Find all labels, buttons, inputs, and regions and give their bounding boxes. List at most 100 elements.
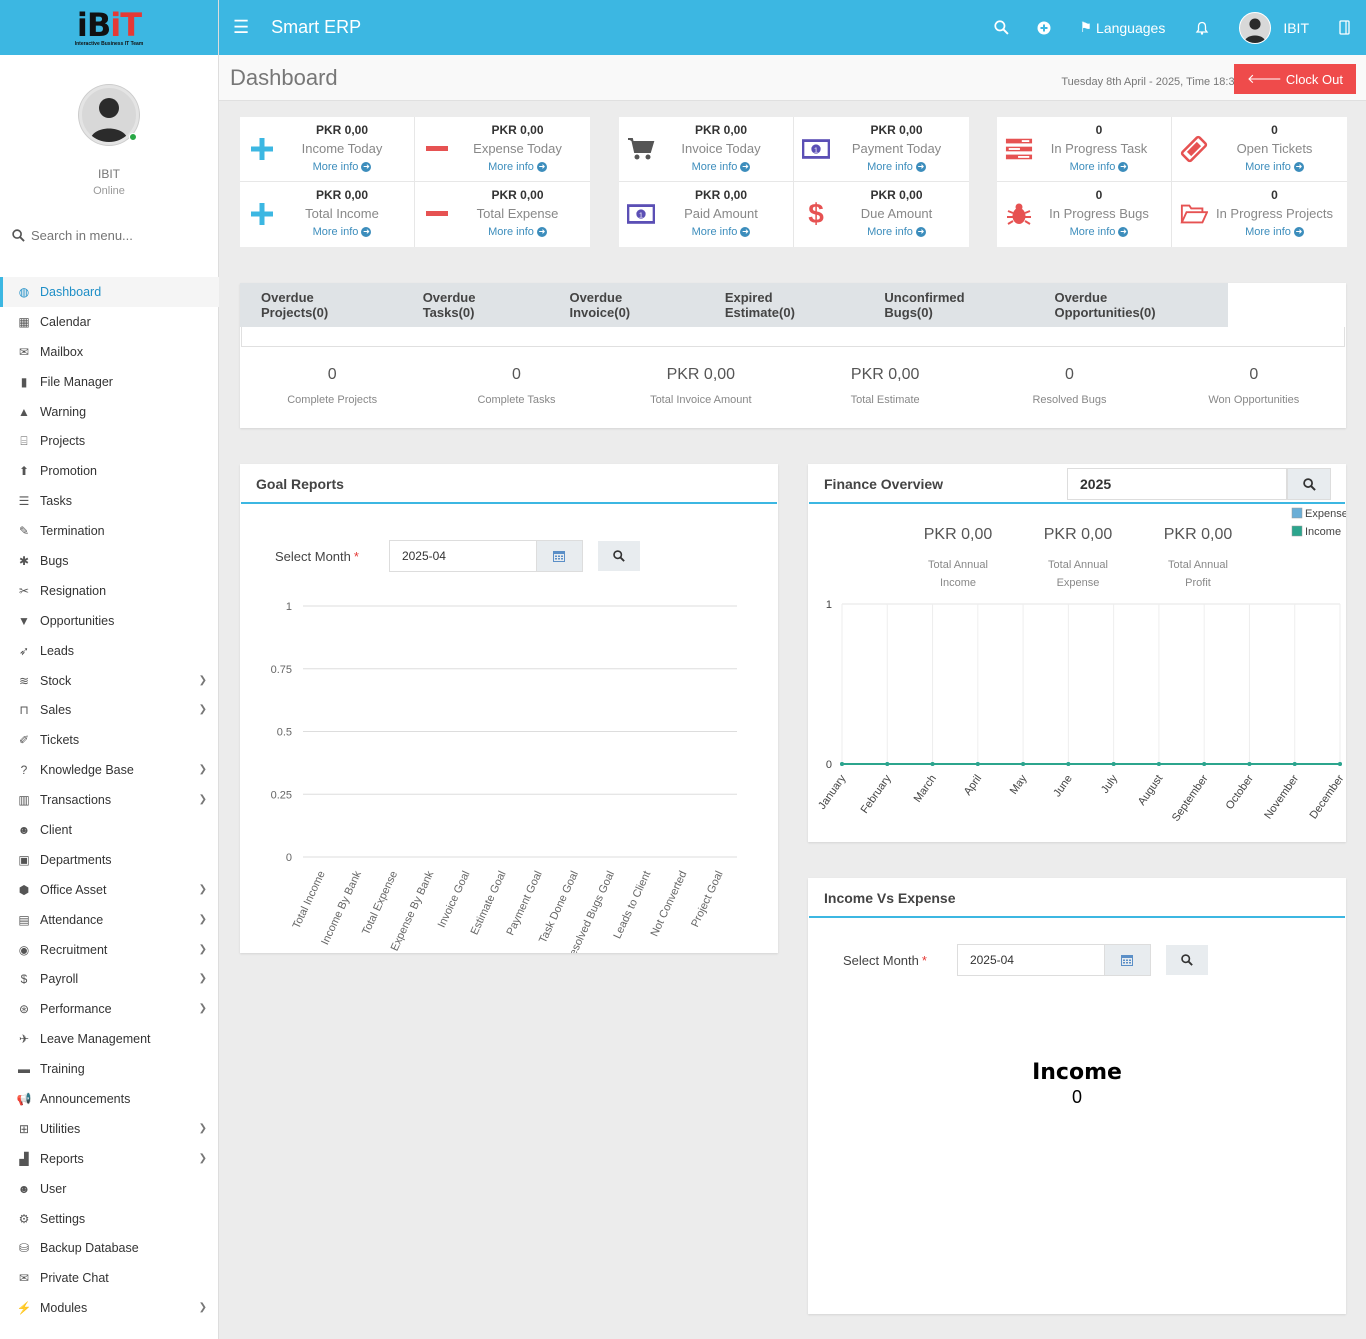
calendar-icon[interactable]	[535, 541, 582, 571]
sidebar-item-tasks[interactable]: ☰ Tasks	[0, 486, 219, 516]
user-menu[interactable]: IBIT	[1239, 11, 1309, 44]
sidebar-item-label: Opportunities	[40, 613, 115, 628]
sidebar-item-sales[interactable]: ⊓ Sales ❯	[0, 695, 219, 725]
tab-overdue-projects[interactable]: Overdue Projects(0)	[240, 283, 402, 327]
sidebar-item-resignation[interactable]: ✂ Resignation	[0, 576, 219, 606]
calendar-icon[interactable]	[1103, 945, 1150, 975]
search-icon	[1302, 477, 1316, 491]
menu-search-input[interactable]	[31, 228, 201, 243]
sidebar-item-office-asset[interactable]: ⬢ Office Asset ❯	[0, 875, 219, 905]
sidebar-item-announcements[interactable]: 📢 Announcements	[0, 1084, 219, 1114]
sidebar-item-backup-database[interactable]: ⛁ Backup Database	[0, 1234, 219, 1264]
data-point	[1338, 762, 1342, 766]
sidebar-item-settings[interactable]: ⚙ Settings	[0, 1204, 219, 1234]
languages-menu[interactable]: ⚑ Languages	[1079, 19, 1165, 36]
summary-value: 0	[512, 366, 521, 383]
stat-card-payment-today: 1 PKR 0,00 Payment Today More info ➜	[794, 117, 969, 182]
sidebar-item-reports[interactable]: ▟ Reports ❯	[0, 1144, 219, 1174]
sidebar-item-dashboard[interactable]: ◍ Dashboard	[0, 277, 219, 307]
brand-logo[interactable]: iBiT Interactive Business IT Team	[0, 0, 218, 55]
sidebar-item-training[interactable]: ▬ Training	[0, 1054, 219, 1084]
more-info-link[interactable]: More info ➜	[692, 161, 751, 173]
month-input[interactable]	[389, 541, 536, 571]
sidebar-item-tickets[interactable]: ✐ Tickets	[0, 725, 219, 755]
tab-expired-estimate[interactable]: Expired Estimate(0)	[704, 283, 864, 327]
logo: iBiT Interactive Business IT Team	[74, 5, 144, 47]
income-readout: Income 0	[808, 1060, 1346, 1108]
stat-card-income-today: PKR 0,00 Income Today More info ➜	[240, 117, 415, 182]
more-info-link[interactable]: More info ➜	[313, 161, 372, 173]
sidebar-toggle-icon[interactable]	[1339, 20, 1350, 35]
stat-group: PKR 0,00 Invoice Today More info ➜ 1 PKR 0,00…	[619, 117, 969, 247]
hamburger-menu-icon[interactable]: ☰	[233, 17, 249, 38]
sidebar-item-calendar[interactable]: ▦ Calendar	[0, 307, 219, 337]
sidebar-item-leads[interactable]: ➶ Leads	[0, 636, 219, 666]
arrow-circle-right-icon: ➜	[536, 162, 547, 172]
sidebar-item-leave-management[interactable]: ✈ Leave Management	[0, 1024, 219, 1054]
sidebar-item-mailbox[interactable]: ✉ Mailbox	[0, 337, 219, 367]
stat-value: PKR 0,00	[870, 188, 923, 202]
legend-swatch	[1291, 507, 1303, 519]
rocket-icon: ➶	[18, 643, 30, 658]
sidebar-item-performance[interactable]: ⊛ Performance ❯	[0, 994, 219, 1024]
sidebar-item-warning[interactable]: ▲ Warning	[0, 397, 219, 427]
summary-resolved-bugs: 0 Resolved Bugs	[977, 366, 1161, 406]
search-icon[interactable]	[994, 20, 1010, 35]
more-info-link[interactable]: More info ➜	[1070, 226, 1129, 238]
sidebar-item-bugs[interactable]: ✱ Bugs	[0, 546, 219, 576]
stat-label: In Progress Projects	[1215, 206, 1334, 221]
question-circle-icon: ?	[20, 763, 28, 778]
sidebar-item-payroll[interactable]: $ Payroll ❯	[0, 964, 219, 994]
globe-icon: ◉	[18, 942, 30, 957]
stat-label: Income Today	[301, 141, 383, 156]
sidebar-item-client[interactable]: ☻ Client	[0, 815, 219, 845]
sidebar-item-user[interactable]: ☻ User	[0, 1174, 219, 1204]
sidebar-item-knowledge-base[interactable]: ? Knowledge Base ❯	[0, 755, 219, 785]
arrow-circle-right-icon: ➜	[361, 227, 372, 237]
sidebar-item-file-manager[interactable]: ▮ File Manager	[0, 367, 219, 397]
more-info-link[interactable]: More info ➜	[488, 226, 547, 238]
sidebar-item-label: Reports	[40, 1151, 84, 1166]
more-info-link[interactable]: More info ➜	[1245, 161, 1304, 173]
sidebar-item-projects[interactable]: ⌸ Projects	[0, 426, 219, 456]
sidebar-item-termination[interactable]: ✎ Termination	[0, 516, 219, 546]
more-info-link[interactable]: More info ➜	[1070, 161, 1129, 173]
sidebar-item-private-chat[interactable]: ✉ Private Chat	[0, 1263, 219, 1293]
arrow-circle-right-icon: ➜	[740, 227, 751, 237]
more-info-link[interactable]: More info ➜	[692, 226, 751, 238]
clock-out-button[interactable]: 🡐 Clock Out	[1234, 64, 1356, 94]
sidebar-item-promotion[interactable]: ⬆ Promotion	[0, 456, 219, 486]
sidebar-item-recruitment[interactable]: ◉ Recruitment ❯	[0, 935, 219, 965]
summary-value: 0	[1065, 366, 1074, 383]
tab-unconfirmed-bugs[interactable]: Unconfirmed Bugs(0)	[863, 283, 1033, 327]
summary-label: Total Invoice Amount	[650, 394, 752, 406]
sidebar-item-label: Warning	[40, 404, 87, 419]
more-info-link[interactable]: More info ➜	[867, 161, 926, 173]
income-expense-search-button[interactable]	[1165, 945, 1208, 975]
sidebar-item-modules[interactable]: ⚡ Modules ❯	[0, 1293, 219, 1323]
sidebar-item-stock[interactable]: ≋ Stock ❯	[0, 666, 219, 696]
more-info-link[interactable]: More info ➜	[488, 161, 547, 173]
x-tick-label: December	[1308, 773, 1346, 822]
sidebar-item-opportunities[interactable]: ▼ Opportunities	[0, 606, 219, 636]
notifications-bell-icon[interactable]	[1195, 21, 1209, 35]
goal-search-button[interactable]	[597, 541, 640, 571]
month-input[interactable]	[957, 945, 1104, 975]
sidebar-item-departments[interactable]: ▣ Departments	[0, 845, 219, 875]
sidebar-item-attendance[interactable]: ▤ Attendance ❯	[0, 905, 219, 935]
tab-overdue-tasks[interactable]: Overdue Tasks(0)	[402, 283, 549, 327]
year-search-button[interactable]	[1287, 468, 1331, 500]
sidebar-item-label: Payroll	[40, 972, 79, 987]
add-circle-icon[interactable]	[1037, 21, 1051, 35]
tab-overdue-invoice[interactable]: Overdue Invoice(0)	[548, 283, 703, 327]
tab-overdue-opportunities[interactable]: Overdue Opportunities(0)	[1033, 283, 1228, 327]
more-info-link[interactable]: More info ➜	[867, 226, 926, 238]
more-info-link[interactable]: More info ➜	[313, 226, 372, 238]
stat-value: PKR 0,00	[491, 123, 544, 137]
plane-icon: ✈	[18, 1032, 30, 1047]
sidebar-item-utilities[interactable]: ⊞ Utilities ❯	[0, 1114, 219, 1144]
year-input[interactable]	[1067, 468, 1287, 500]
sidebar-item-label: Tasks	[40, 494, 72, 509]
sidebar-item-transactions[interactable]: ▥ Transactions ❯	[0, 785, 219, 815]
more-info-link[interactable]: More info ➜	[1245, 226, 1304, 238]
